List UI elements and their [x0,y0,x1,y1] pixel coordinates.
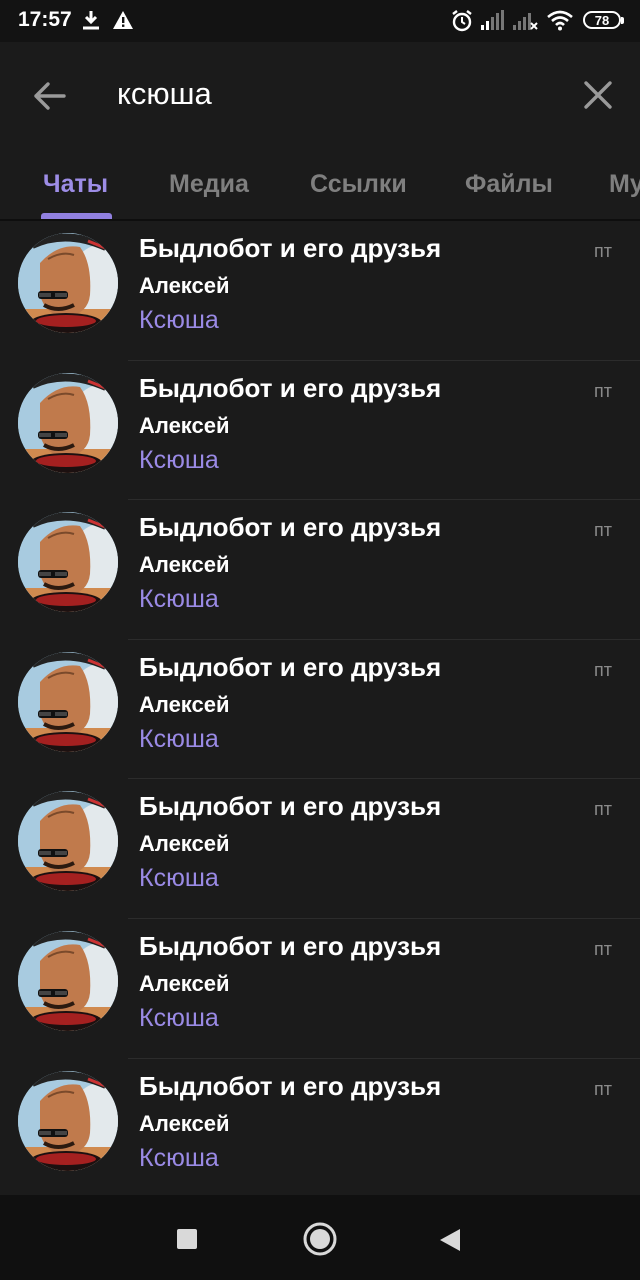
chat-date: пт [594,659,612,680]
download-icon [83,11,99,30]
chat-title: Быдлобот и его друзья [139,233,442,263]
chat-title: Быдлобот и его друзья [139,791,442,822]
chat-sender: Алексей [139,691,230,717]
chat-list-item[interactable]: Быдлобот и его друзья Алексей Ксюша пт [0,779,640,919]
chat-snippet: Ксюша [139,724,219,753]
chat-sender: Алексей [139,412,230,438]
avatar [18,1070,118,1171]
navigation-bar [0,1195,640,1280]
close-icon[interactable] [571,68,625,122]
chat-sender: Алексей [139,1110,230,1136]
signal-icon [481,10,504,30]
avatar [18,791,118,892]
status-bar: 17:57 78 [0,0,640,42]
search-input[interactable]: ксюша [117,76,212,112]
tab-music[interactable]: Му [609,170,640,199]
chat-snippet: Ксюша [139,585,219,614]
chat-title: Быдлобот и его друзья [139,372,442,403]
chat-date: пт [594,799,612,820]
search-tabs: Чаты Медиа Ссылки Файлы Му [0,157,640,219]
avatar [18,930,118,1031]
chat-date: пт [594,380,612,401]
chat-date: пт [594,938,612,959]
chat-list: Быдлобот и его друзья Алексей Ксюша пт Б… [0,221,640,1193]
chat-snippet: Ксюша [139,306,219,334]
status-time: 17:57 [18,8,72,31]
search-header: ксюша Чаты Медиа Ссылки Файлы Му [0,42,640,221]
chat-list-item[interactable]: Быдлобот и его друзья Алексей Ксюша пт [0,221,640,361]
home-circle-icon[interactable] [302,1221,338,1257]
back-triangle-icon[interactable] [438,1227,462,1253]
chat-snippet: Ксюша [139,864,219,893]
chat-list-item[interactable]: Быдлобот и его друзья Алексей Ксюша пт [0,500,640,640]
battery-level: 78 [594,13,610,28]
tab-files[interactable]: Файлы [465,170,553,199]
chat-title: Быдлобот и его друзья [139,1070,442,1101]
chat-title: Быдлобот и его друзья [139,930,442,961]
tab-links[interactable]: Ссылки [310,170,407,199]
chat-list-item[interactable]: Быдлобот и его друзья Алексей Ксюша пт [0,361,640,501]
chat-sender: Алексей [139,552,230,578]
alarm-icon [452,10,472,32]
chat-title: Быдлобот и его друзья [139,651,442,682]
chat-sender: Алексей [139,273,230,298]
tab-media[interactable]: Медиа [169,170,249,199]
chat-date: пт [594,241,612,261]
chat-list-item[interactable]: Быдлобот и его друзья Алексей Ксюша пт [0,1059,640,1193]
avatar [18,651,118,752]
chat-list-item[interactable]: Быдлобот и его друзья Алексей Ксюша пт [0,919,640,1059]
avatar [18,512,118,613]
chat-date: пт [594,520,612,541]
wifi-icon [547,10,573,31]
avatar [18,372,118,473]
chat-sender: Алексей [139,831,230,857]
avatar [18,233,118,333]
arrow-left-icon[interactable] [22,68,78,124]
chat-sender: Алексей [139,970,230,996]
chat-snippet: Ксюша [139,1003,219,1032]
chat-date: пт [594,1078,612,1099]
signal-off-icon [513,13,538,30]
tab-chats[interactable]: Чаты [43,170,108,199]
battery-icon: 78 [583,11,624,29]
warning-icon [113,11,133,29]
recents-square-icon[interactable] [176,1228,198,1250]
chat-snippet: Ксюша [139,1143,219,1172]
chat-title: Быдлобот и его друзья [139,512,442,543]
chat-snippet: Ксюша [139,445,219,474]
chat-list-item[interactable]: Быдлобот и его друзья Алексей Ксюша пт [0,640,640,780]
